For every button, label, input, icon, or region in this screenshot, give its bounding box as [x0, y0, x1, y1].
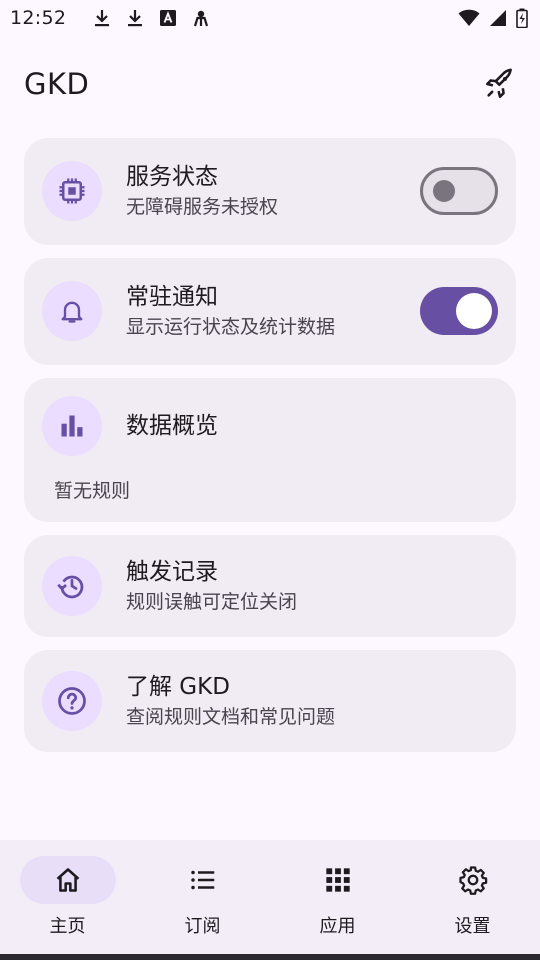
gear-icon: [458, 866, 487, 895]
cell-signal-icon: [490, 10, 506, 26]
status-time: 12:52: [10, 7, 67, 29]
list-icon: [190, 870, 214, 890]
chip-icon: [59, 178, 85, 204]
nav-indicator-home: [19, 856, 116, 904]
bell-icon: [61, 301, 83, 323]
nav-indicator-apps: [290, 856, 386, 904]
about-gkd-title: 了解 GKD: [126, 674, 230, 700]
download-icon: [128, 10, 143, 27]
notification-title: 常驻通知: [126, 284, 218, 310]
service-status-card[interactable]: 服务状态 无障碍服务未授权: [24, 138, 516, 245]
about-gkd-card[interactable]: 了解 GKD 查阅规则文档和常见问题: [24, 650, 516, 752]
wifi-icon: [458, 9, 480, 27]
switch-knob: [433, 180, 455, 202]
trigger-records-title: 触发记录: [126, 559, 218, 585]
about-gkd-text: 了解 GKD 查阅规则文档和常见问题: [126, 672, 335, 730]
service-status-title: 服务状态: [126, 164, 218, 190]
download-icon: [95, 10, 110, 27]
nav-item-home[interactable]: 主页: [0, 840, 135, 954]
nav-item-subscriptions[interactable]: 订阅: [135, 840, 270, 954]
top-app-bar: GKD: [0, 56, 540, 112]
nav-label-home: 主页: [49, 916, 86, 937]
notification-switch[interactable]: [420, 287, 498, 335]
service-status-subtitle: 无障碍服务未授权: [126, 196, 279, 218]
switch-knob: [456, 293, 492, 329]
apps-grid-icon: [325, 868, 350, 892]
rocket-button[interactable]: [476, 60, 524, 108]
bottom-navigation: 主页 订阅 应用 设置: [0, 840, 540, 954]
gesture-bar: [0, 954, 540, 960]
notification-subtitle: 显示运行状态及统计数据: [126, 316, 336, 338]
nav-label-apps: 应用: [319, 916, 356, 937]
trigger-records-subtitle: 规则误触可定位关闭: [126, 591, 298, 613]
service-status-text: 服务状态 无障碍服务未授权: [126, 162, 278, 220]
about-gkd-row: 了解 GKD 查阅规则文档和常见问题: [42, 671, 498, 731]
chip-icon-container: [42, 161, 102, 221]
bar-chart-icon-container: [42, 396, 102, 456]
trigger-records-text: 触发记录 规则误触可定位关闭: [126, 557, 297, 615]
trigger-records-card[interactable]: 触发记录 规则误触可定位关闭: [24, 535, 516, 637]
nav-indicator-settings: [425, 856, 521, 904]
data-overview-text: 数据概览: [126, 411, 218, 441]
status-right: [458, 8, 528, 28]
nav-item-apps[interactable]: 应用: [270, 840, 405, 954]
home-icon: [56, 868, 79, 892]
nav-label-settings: 设置: [454, 916, 491, 937]
status-icons-left: [92, 8, 211, 28]
bar-chart-icon: [61, 415, 83, 437]
status-bar: 12:52: [0, 0, 540, 36]
screen: 12:52 GKD 服务状态 无障碍服务未授权 常驻通知 显示运行状态及统计数据…: [0, 0, 540, 960]
notification-row: 常驻通知 显示运行状态及统计数据: [42, 281, 498, 341]
android-debug-icon: [194, 10, 209, 27]
help-icon-container: [42, 671, 102, 731]
notification-text: 常驻通知 显示运行状态及统计数据: [126, 282, 335, 340]
status-left: 12:52: [10, 7, 211, 29]
data-overview-note: 暂无规则: [54, 480, 131, 502]
app-title: GKD: [24, 67, 90, 101]
history-icon-container: [42, 556, 102, 616]
rocket-icon: [485, 68, 512, 99]
battery-icon: [516, 8, 528, 28]
about-gkd-subtitle: 查阅规则文档和常见问题: [126, 706, 336, 728]
notification-card[interactable]: 常驻通知 显示运行状态及统计数据: [24, 258, 516, 365]
trigger-records-row: 触发记录 规则误触可定位关闭: [42, 556, 498, 616]
font-icon: [160, 10, 177, 26]
nav-indicator-subscriptions: [155, 856, 251, 904]
nav-label-subscriptions: 订阅: [184, 916, 221, 937]
service-status-row: 服务状态 无障碍服务未授权: [42, 161, 498, 221]
service-status-switch[interactable]: [420, 167, 498, 215]
data-overview-card[interactable]: 数据概览 暂无规则: [24, 378, 516, 522]
nav-item-settings[interactable]: 设置: [405, 840, 540, 954]
data-overview-row: 数据概览: [42, 396, 498, 456]
help-icon: [58, 687, 86, 715]
history-icon: [57, 575, 84, 599]
data-overview-title: 数据概览: [126, 413, 218, 439]
bell-icon-container: [42, 281, 102, 341]
